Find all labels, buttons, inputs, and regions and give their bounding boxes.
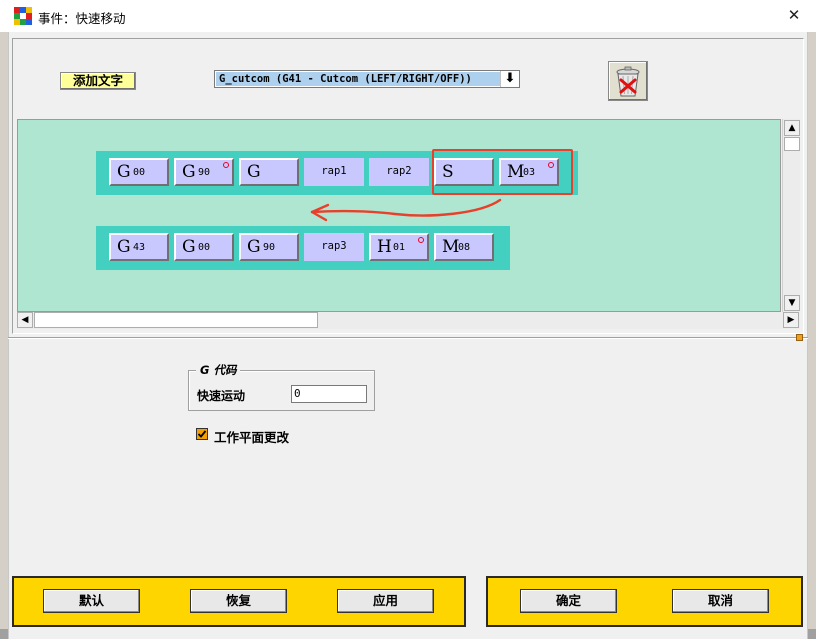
app-icon (14, 7, 32, 25)
resize-handle[interactable] (796, 334, 803, 341)
scroll-left-icon[interactable]: ◀ (17, 312, 33, 328)
modified-flag-icon (223, 162, 229, 168)
dropdown-arrow-icon[interactable]: ⬇ (500, 71, 519, 87)
move-arrow-annotation (310, 198, 502, 222)
title-bar: 事件：快速移动 ✕ (0, 0, 816, 32)
default-button[interactable]: 默认 (43, 589, 140, 613)
command-tile-letter: G (117, 162, 131, 182)
command-tile-code: 43 (133, 242, 146, 253)
scroll-down-icon[interactable]: ▼ (784, 295, 800, 311)
delete-button[interactable] (608, 61, 648, 101)
close-button[interactable]: ✕ (776, 0, 812, 32)
command-select-value: G_cutcom (G41 - Cutcom (LEFT/RIGHT/OFF)) (216, 72, 500, 86)
command-tile-g00[interactable]: G 00 (109, 158, 169, 186)
ok-button[interactable]: 确定 (520, 589, 617, 613)
command-tile-code: 08 (458, 242, 471, 253)
command-tile-code: 90 (263, 242, 276, 253)
cancel-button[interactable]: 取消 (672, 589, 769, 613)
rapid-motion-label: 快速运动 (197, 389, 246, 403)
horizontal-scroll-thumb[interactable] (34, 312, 318, 328)
rapid-motion-input[interactable]: 0 (291, 385, 367, 403)
apply-button[interactable]: 应用 (337, 589, 434, 613)
command-tile-label: rap2 (386, 165, 412, 177)
gcode-group-title: G 代码 (196, 362, 241, 378)
vertical-scroll-thumb[interactable] (784, 137, 800, 151)
trash-can-icon (616, 66, 640, 97)
background-window-right (808, 32, 816, 639)
command-tile-code: 00 (198, 242, 211, 253)
modified-flag-icon (418, 237, 424, 243)
command-tile-letter: M (442, 237, 460, 257)
command-tile-code: 90 (198, 167, 211, 178)
command-select[interactable]: G_cutcom (G41 - Cutcom (LEFT/RIGHT/OFF))… (214, 70, 520, 88)
command-tile-g00[interactable]: G 00 (174, 233, 234, 261)
command-tile-rap3[interactable]: rap3 (304, 233, 364, 261)
panel-divider (8, 337, 808, 339)
scroll-right-icon[interactable]: ▶ (783, 312, 799, 328)
work-plane-change-checkbox[interactable] (196, 428, 208, 440)
command-tile-g90[interactable]: G 90 (239, 233, 299, 261)
vertical-scrollbar[interactable]: ▲ ▼ (782, 119, 800, 312)
command-tile-letter: G (247, 237, 261, 257)
command-tile-letter: G (182, 162, 196, 182)
work-plane-change-label: 工作平面更改 (214, 430, 290, 445)
command-tile-letter: G (247, 162, 261, 182)
add-text-button[interactable]: 添加文字 (60, 72, 136, 90)
command-tile-code: 01 (393, 242, 406, 253)
command-tile-code: 00 (133, 167, 146, 178)
command-tile-g[interactable]: G (239, 158, 299, 186)
command-tile-letter: G (182, 237, 196, 257)
command-tile-rap1[interactable]: rap1 (304, 158, 364, 186)
command-tile-letter: G (117, 237, 131, 257)
command-row-2-tiles: G 43 G 00 G 90 rap3 H 01 M 08 (95, 225, 595, 269)
command-tile-g90[interactable]: G 90 (174, 158, 234, 186)
command-tile-label: rap3 (321, 240, 347, 252)
command-tile-g43[interactable]: G 43 (109, 233, 169, 261)
command-tile-letter: H (377, 237, 392, 257)
restore-button[interactable]: 恢复 (190, 589, 287, 613)
background-window-left (0, 32, 8, 639)
command-tile-label: rap1 (321, 165, 347, 177)
command-tile-m08[interactable]: M 08 (434, 233, 494, 261)
command-tile-rap2[interactable]: rap2 (369, 158, 429, 186)
highlight-annotation (432, 149, 573, 195)
command-tile-h01[interactable]: H 01 (369, 233, 429, 261)
scroll-up-icon[interactable]: ▲ (784, 120, 800, 136)
window-title: 事件：快速移动 (38, 11, 126, 26)
horizontal-scrollbar[interactable]: ◀ ▶ (17, 312, 800, 329)
checkmark-icon (197, 430, 207, 438)
